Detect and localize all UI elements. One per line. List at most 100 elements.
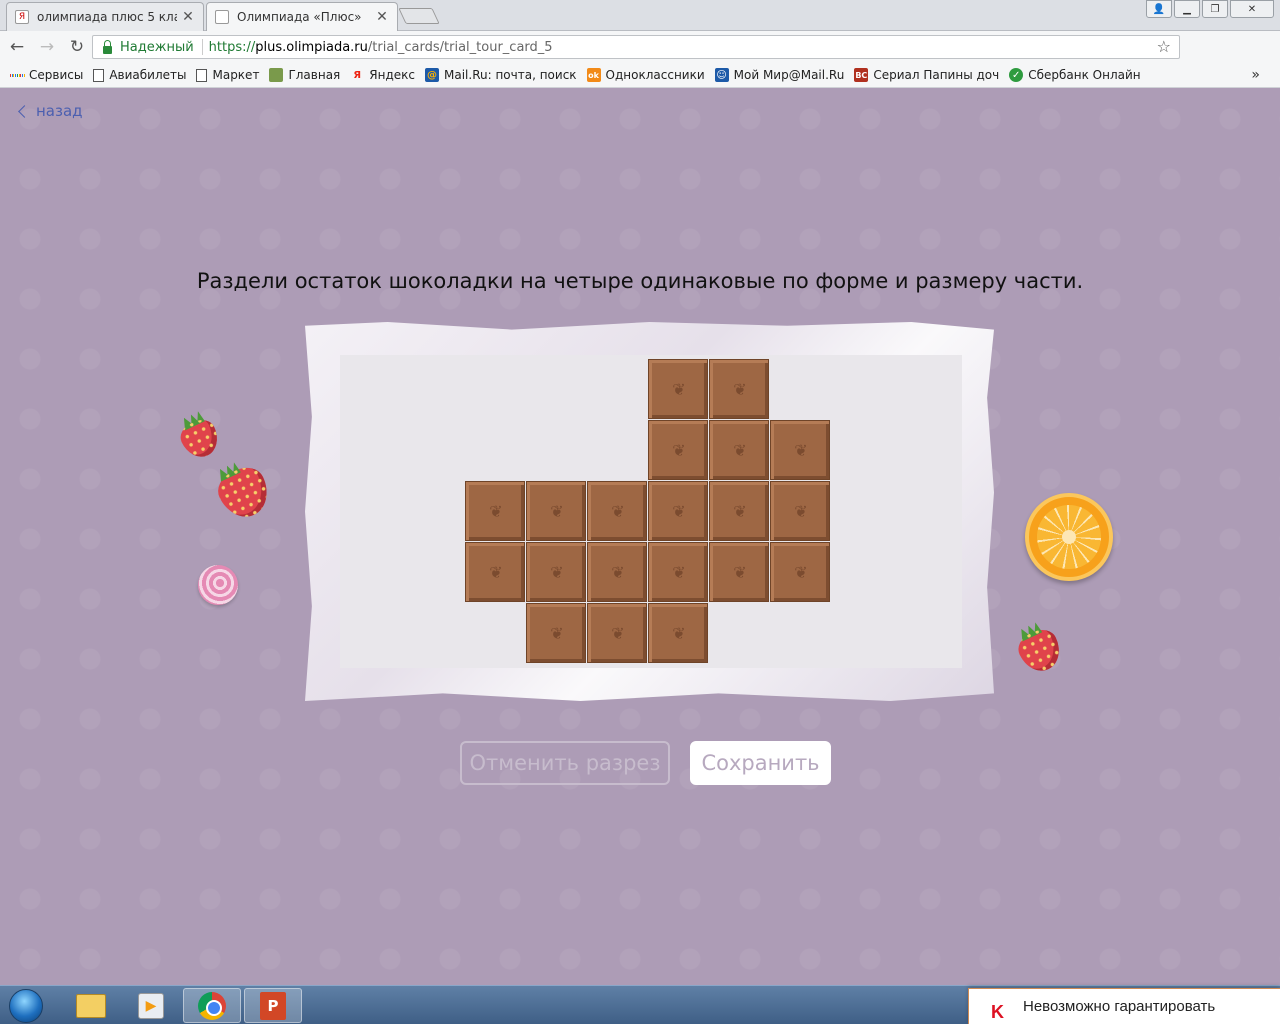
orange-slice-icon: [1025, 493, 1113, 581]
flower-emboss-icon: ❦: [733, 441, 747, 460]
bookmark-market[interactable]: Маркет: [196, 68, 259, 82]
windows-orb-icon: [9, 988, 43, 1023]
bookmark-aviabilety[interactable]: Авиабилеты: [93, 68, 186, 82]
chocolate-piece[interactable]: ❦: [770, 542, 830, 602]
minimize-icon[interactable]: ▁: [1174, 0, 1200, 18]
chocolate-piece[interactable]: ❦: [709, 359, 769, 419]
chocolate-piece[interactable]: ❦: [709, 481, 769, 541]
chocolate-piece[interactable]: ❦: [648, 359, 708, 419]
mailru-icon: @: [425, 68, 439, 82]
new-tab-button[interactable]: [398, 8, 440, 24]
flower-emboss-icon: ❦: [794, 441, 808, 460]
undo-cut-button[interactable]: Отменить разрез: [460, 741, 670, 785]
flower-emboss-icon: ❦: [611, 502, 625, 521]
tab-olimpiada-search[interactable]: Я олимпиада плюс 5 клас ✕: [6, 2, 204, 31]
save-button[interactable]: Сохранить: [690, 741, 831, 785]
bookmark-sberbank[interactable]: ✓ Сбербанк Онлайн: [1009, 68, 1141, 82]
bookmark-star-icon[interactable]: ☆: [1157, 37, 1171, 56]
bookmark-services[interactable]: Сервисы: [10, 68, 83, 82]
moymir-icon: ☺: [714, 68, 729, 82]
bookmark-glavnaya[interactable]: Главная: [269, 68, 340, 82]
powerpoint-icon: P: [260, 991, 286, 1020]
chocolate-piece[interactable]: ❦: [770, 420, 830, 480]
bookmark-label: Mail.Ru: почта, поиск: [444, 68, 577, 82]
tab-title: олимпиада плюс 5 клас: [37, 10, 177, 24]
flower-emboss-icon: ❦: [794, 563, 808, 582]
bookmark-label: Мой Мир@Mail.Ru: [733, 68, 845, 82]
flower-emboss-icon: ❦: [672, 380, 686, 399]
yandex-icon: Я: [15, 10, 29, 24]
flower-emboss-icon: ❦: [672, 563, 686, 582]
browser-toolbar: ← → ↻ Надежный https:// plus.olimpiada.r…: [0, 31, 1280, 85]
bookmark-yandex[interactable]: Я Яндекс: [350, 68, 415, 82]
chocolate-piece[interactable]: ❦: [648, 420, 708, 480]
lock-icon: [103, 40, 112, 54]
chocolate-piece[interactable]: ❦: [709, 420, 769, 480]
taskbar-media-player[interactable]: ▶: [122, 988, 180, 1023]
flower-emboss-icon: ❦: [550, 502, 564, 521]
bookmark-mailru[interactable]: @ Mail.Ru: почта, поиск: [425, 68, 577, 82]
chocolate-piece[interactable]: ❦: [587, 603, 647, 663]
yandex-icon: Я: [353, 69, 362, 81]
close-icon[interactable]: ✕: [181, 9, 195, 25]
close-icon[interactable]: ✕: [375, 9, 389, 25]
bookmark-odnoklassniki[interactable]: ok Одноклассники: [586, 68, 705, 82]
sberbank-icon: ✓: [1009, 68, 1024, 82]
bookmark-label: Сериал Папины доч: [873, 68, 1000, 82]
url-scheme: https://: [208, 39, 256, 55]
flower-emboss-icon: ❦: [550, 624, 564, 643]
chocolate-piece[interactable]: ❦: [465, 542, 525, 602]
page-icon: [93, 68, 105, 82]
bookmarks-more-icon[interactable]: »: [1251, 67, 1260, 83]
forward-arrow-icon[interactable]: →: [34, 37, 60, 57]
kaspersky-icon: K: [991, 1001, 1004, 1022]
bookmark-label: Одноклассники: [605, 68, 705, 82]
address-bar[interactable]: Надежный https:// plus.olimpiada.ru /tri…: [92, 35, 1180, 59]
restore-icon[interactable]: ❐: [1202, 0, 1228, 18]
url-path: /trial_cards/trial_tour_card_5: [367, 39, 553, 55]
task-text: Раздели остаток шоколадки на четыре один…: [196, 269, 1084, 293]
chocolate-piece[interactable]: ❦: [770, 481, 830, 541]
chrome-icon: [198, 991, 226, 1020]
taskbar-explorer[interactable]: [62, 988, 120, 1023]
profile-icon[interactable]: 👤: [1146, 0, 1172, 18]
bookmark-label: Яндекс: [369, 68, 415, 82]
chevron-left-icon: [18, 105, 31, 118]
chocolate-piece[interactable]: ❦: [526, 481, 586, 541]
chocolate-piece[interactable]: ❦: [587, 481, 647, 541]
taskbar-chrome[interactable]: [183, 988, 241, 1023]
site-icon: [269, 68, 284, 82]
bookmark-serial[interactable]: ВС Сериал Папины доч: [854, 68, 999, 82]
bookmarks-bar: Сервисы Авиабилеты Маркет Главная Я Янде…: [0, 63, 1280, 88]
bookmark-label: Авиабилеты: [109, 68, 187, 82]
chocolate-piece[interactable]: ❦: [709, 542, 769, 602]
chocolate-piece[interactable]: ❦: [526, 542, 586, 602]
back-arrow-icon[interactable]: ←: [4, 37, 30, 57]
candy-icon: [198, 565, 238, 605]
tab-olimpiada-plus[interactable]: Олимпиада «Плюс» ✕: [206, 2, 398, 31]
chocolate-piece[interactable]: ❦: [526, 603, 586, 663]
taskbar-powerpoint[interactable]: P: [244, 988, 302, 1023]
flower-emboss-icon: ❦: [550, 563, 564, 582]
url-host: plus.olimpiada.ru: [255, 39, 368, 55]
start-button[interactable]: [4, 986, 48, 1024]
flower-emboss-icon: ❦: [733, 563, 747, 582]
chocolate-piece[interactable]: ❦: [587, 542, 647, 602]
folder-icon: [76, 993, 106, 1018]
security-label: Надежный: [120, 39, 194, 55]
chocolate-piece[interactable]: ❦: [465, 481, 525, 541]
chocolate-piece[interactable]: ❦: [648, 603, 708, 663]
separator: [201, 39, 203, 55]
reload-icon[interactable]: ↻: [64, 37, 90, 57]
tab-strip: Я олимпиада плюс 5 клас ✕ Олимпиада «Плю…: [0, 0, 1280, 31]
chocolate-piece[interactable]: ❦: [648, 542, 708, 602]
page-content: назад Раздели остаток шоколадки на четыр…: [0, 89, 1280, 985]
bookmark-moymir[interactable]: ☺ Мой Мир@Mail.Ru: [714, 68, 845, 82]
back-link[interactable]: назад: [18, 102, 83, 120]
back-label: назад: [36, 102, 83, 120]
kaspersky-notification[interactable]: K Невозможно гарантировать: [968, 988, 1280, 1024]
flower-emboss-icon: ❦: [672, 502, 686, 521]
chocolate-piece[interactable]: ❦: [648, 481, 708, 541]
window-close-icon[interactable]: ✕: [1230, 0, 1274, 18]
flower-emboss-icon: ❦: [794, 502, 808, 521]
